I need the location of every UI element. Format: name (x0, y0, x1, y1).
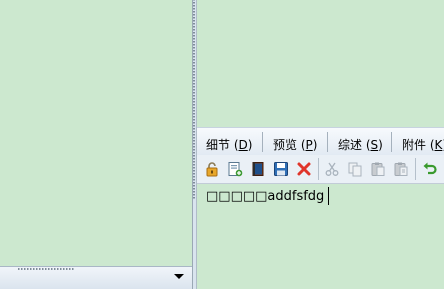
tab-preview[interactable]: 预览 (P) (273, 136, 317, 153)
horizontal-resize-grip[interactable] (18, 268, 74, 270)
cut-icon (325, 162, 339, 176)
tab-label: 附件 ( (402, 138, 435, 152)
tab-shortcut-key: P (305, 138, 313, 152)
tab-label: 预览 ( (273, 138, 306, 152)
dropdown-arrow-icon[interactable] (174, 274, 184, 279)
tab-separator (262, 132, 263, 152)
new-document-button[interactable] (226, 160, 244, 178)
undo-icon (423, 162, 437, 175)
vertical-resize-grip[interactable] (193, 0, 195, 200)
editor-text: □□□□□addfsfdg (206, 189, 325, 204)
paste-special-icon (394, 162, 408, 176)
paste-special-button[interactable] (392, 160, 410, 178)
book-icon (252, 162, 264, 176)
tab-details[interactable]: 细节 (D) (206, 136, 252, 153)
tab-shortcut-key: S (370, 138, 379, 152)
delete-button[interactable] (295, 160, 313, 178)
tab-shortcut-key: D (238, 138, 248, 152)
copy-icon (348, 162, 362, 177)
lock-icon (206, 162, 218, 177)
toolbar-separator (415, 158, 416, 180)
toolbar-separator (318, 158, 319, 180)
upper-right-pane (197, 0, 444, 127)
delete-icon (297, 162, 311, 176)
tab-separator (391, 132, 392, 152)
new-document-icon (228, 162, 243, 177)
tab-summary[interactable]: 综述 (S) (338, 136, 383, 153)
tab-separator (327, 132, 328, 152)
copy-button[interactable] (346, 160, 364, 178)
text-caret (328, 187, 329, 205)
cut-button[interactable] (323, 160, 341, 178)
tab-label-suffix: ) (312, 138, 318, 152)
undo-button[interactable] (421, 160, 439, 178)
tab-label-suffix: ) (247, 138, 253, 152)
tab-label-suffix: ) (378, 138, 383, 152)
lock-button[interactable] (203, 160, 221, 178)
book-button[interactable] (249, 160, 267, 178)
paste-icon (371, 162, 385, 176)
save-button[interactable] (272, 160, 290, 178)
tab-label: 综述 ( (338, 138, 371, 152)
tab-attachments[interactable]: 附件 (K) (402, 136, 444, 153)
paste-button[interactable] (369, 160, 387, 178)
save-icon (274, 162, 288, 176)
left-pane (0, 0, 192, 289)
tab-label: 细节 ( (206, 138, 239, 152)
